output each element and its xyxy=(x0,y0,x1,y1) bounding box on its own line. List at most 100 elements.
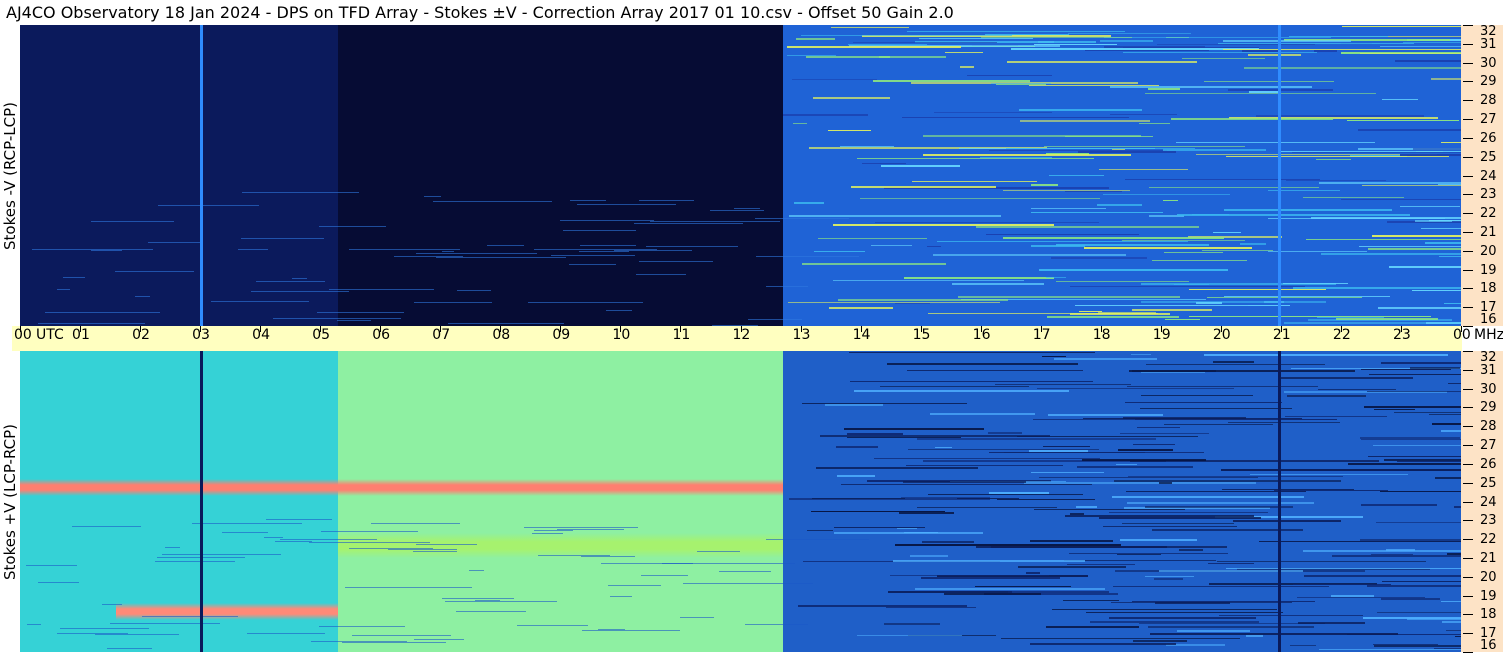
noise-streak xyxy=(1141,395,1253,397)
noise-streak xyxy=(1137,426,1180,428)
noise-streak xyxy=(874,457,1101,459)
noise-streak xyxy=(1320,252,1461,255)
noise-streak xyxy=(457,290,492,292)
noise-streak xyxy=(1380,46,1461,48)
noise-streak xyxy=(1426,322,1461,325)
noise-streak xyxy=(487,245,525,247)
noise-streak xyxy=(265,519,332,521)
noise-streak xyxy=(1332,554,1461,557)
noise-streak xyxy=(1162,199,1178,201)
noise-streak xyxy=(1290,644,1317,646)
noise-streak xyxy=(837,475,876,478)
time-tick-label: 18 xyxy=(1092,327,1111,343)
noise-streak xyxy=(320,530,419,532)
noise-streak xyxy=(1381,580,1461,582)
noise-streak xyxy=(1227,421,1341,423)
noise-streak xyxy=(441,251,454,253)
freq-tick-mark xyxy=(1463,557,1473,559)
noise-streak xyxy=(1367,585,1461,588)
noise-streak xyxy=(1268,250,1367,252)
time-tick-label: 08 xyxy=(492,327,511,343)
freq-tick-label: 29 xyxy=(1480,400,1497,416)
noise-streak xyxy=(1430,78,1461,81)
noise-streak xyxy=(1360,53,1461,55)
freq-tick-label: 27 xyxy=(1480,112,1497,128)
noise-streak xyxy=(1030,212,1163,214)
noise-streak xyxy=(745,624,808,626)
time-tick-label: 09 xyxy=(552,327,571,343)
noise-streak xyxy=(1203,354,1448,357)
noise-streak xyxy=(1086,611,1283,613)
noise-streak xyxy=(870,244,912,246)
signal-band xyxy=(20,478,783,496)
noise-streak xyxy=(836,446,878,449)
noise-streak xyxy=(1140,407,1292,409)
freq-tick-label: 21 xyxy=(1480,224,1497,240)
noise-streak xyxy=(1147,625,1315,628)
freq-tick-mark xyxy=(1463,326,1473,327)
time-tick-label: 14 xyxy=(852,327,871,343)
freq-tick-mark xyxy=(1463,407,1473,409)
noise-streak xyxy=(1030,642,1177,645)
noise-streak xyxy=(345,587,473,589)
noise-streak xyxy=(824,403,883,406)
y-axis-label-bottom-text: Stokes +V (LCP-RCP) xyxy=(1,423,19,580)
noise-streak xyxy=(1120,433,1210,434)
noise-streak xyxy=(859,197,1100,199)
noise-streak xyxy=(416,252,538,254)
noise-streak xyxy=(191,523,302,525)
noise-streak xyxy=(1217,560,1426,562)
noise-streak xyxy=(527,301,643,303)
freq-tick-label: 30 xyxy=(1480,55,1497,71)
freq-tick-label: 17 xyxy=(1480,300,1497,316)
noise-streak xyxy=(958,295,1180,298)
noise-streak xyxy=(903,480,1027,483)
noise-streak xyxy=(1158,570,1303,573)
noise-streak xyxy=(1085,49,1209,51)
noise-streak xyxy=(765,286,808,288)
noise-streak xyxy=(1037,387,1234,389)
noise-streak xyxy=(1304,574,1461,577)
noise-streak xyxy=(645,245,738,247)
noise-streak xyxy=(1109,113,1177,115)
noise-streak xyxy=(1076,465,1194,468)
noise-streak xyxy=(1442,620,1461,623)
noise-streak xyxy=(1065,135,1153,137)
noise-streak xyxy=(1358,245,1461,247)
noise-streak xyxy=(72,526,142,528)
noise-streak xyxy=(1389,265,1461,268)
noise-streak xyxy=(1246,635,1264,638)
freq-tick-mark xyxy=(1463,288,1473,290)
noise-streak xyxy=(1154,578,1184,581)
noise-streak xyxy=(1250,473,1408,475)
noise-streak xyxy=(710,209,765,211)
noise-streak xyxy=(308,541,430,543)
noise-streak xyxy=(1285,180,1387,182)
noise-streak xyxy=(349,547,433,549)
vertical-marker-line xyxy=(200,25,204,326)
signal-band xyxy=(116,603,339,620)
noise-streak xyxy=(1447,382,1461,384)
freq-tick-label: 25 xyxy=(1480,475,1497,491)
noise-streak xyxy=(1121,522,1234,524)
time-tick-label: 02 xyxy=(132,327,150,343)
time-tick-label: 10 xyxy=(612,327,631,343)
noise-streak xyxy=(789,214,1002,217)
noise-streak xyxy=(1068,32,1192,34)
noise-streak xyxy=(1367,391,1461,393)
noise-streak xyxy=(857,157,1095,159)
noise-streak xyxy=(682,583,814,585)
noise-streak xyxy=(966,74,1053,76)
noise-streak xyxy=(221,532,269,534)
freq-tick-label: 23 xyxy=(1480,513,1497,529)
noise-streak xyxy=(1372,234,1461,237)
noise-streak xyxy=(957,498,1019,500)
noise-streak xyxy=(638,260,714,262)
noise-streak xyxy=(336,320,371,322)
noise-streak xyxy=(976,225,1200,228)
noise-streak xyxy=(162,553,281,555)
noise-streak xyxy=(26,565,77,567)
noise-streak xyxy=(1347,463,1461,466)
noise-streak xyxy=(1342,25,1461,27)
noise-streak xyxy=(1038,477,1258,479)
